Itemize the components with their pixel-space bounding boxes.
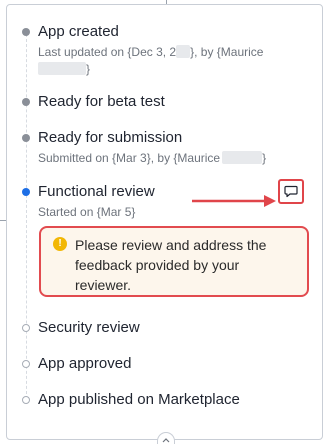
step-title: App published on Marketplace bbox=[38, 391, 240, 408]
step-title: Security review bbox=[38, 319, 140, 336]
step-title: Functional review bbox=[38, 183, 155, 200]
redacted-text bbox=[38, 62, 86, 75]
step-done-dot bbox=[22, 28, 30, 36]
subtitle-text: Last updated on {Dec 3, 2 bbox=[38, 45, 177, 59]
subtitle-text: } bbox=[86, 62, 91, 76]
step-current-dot bbox=[22, 188, 30, 196]
step-title: App approved bbox=[38, 355, 132, 372]
redacted-text bbox=[222, 151, 263, 164]
step-pending-dot bbox=[22, 360, 30, 368]
step-ready-for-beta-test: Ready for beta test bbox=[20, 92, 319, 112]
step-subtitle: Submitted on {Mar 3}, by {Maurice} bbox=[38, 150, 266, 167]
step-title: Ready for beta test bbox=[38, 93, 165, 110]
step-pending-dot bbox=[22, 396, 30, 404]
step-done-dot bbox=[22, 134, 30, 142]
step-title: App created bbox=[38, 23, 119, 40]
chevron-up-icon bbox=[162, 438, 170, 443]
step-app-published: App published on Marketplace bbox=[20, 390, 319, 410]
step-title: Ready for submission bbox=[38, 129, 183, 146]
alert-message: Please review and address the feedback p… bbox=[75, 237, 267, 293]
expand-toggle[interactable] bbox=[157, 432, 175, 444]
step-security-review: Security review bbox=[20, 318, 319, 338]
comment-button[interactable] bbox=[278, 179, 304, 204]
arrow-right-icon bbox=[192, 195, 276, 207]
subtitle-text: }, by {Maurice bbox=[190, 45, 264, 59]
step-subtitle: Started on {Mar 5} bbox=[38, 205, 136, 219]
warning-icon: ! bbox=[53, 237, 67, 251]
redacted-text bbox=[176, 45, 191, 58]
feedback-alert: ! Please review and address the feedback… bbox=[39, 226, 309, 297]
comment-icon bbox=[284, 185, 298, 198]
step-pending-dot bbox=[22, 324, 30, 332]
step-ready-for-submission: Ready for submission Submitted on {Mar 3… bbox=[20, 128, 319, 168]
step-app-approved: App approved bbox=[20, 354, 319, 374]
subtitle-text: Submitted on {Mar 3}, by {Maurice bbox=[38, 151, 221, 165]
step-done-dot bbox=[22, 98, 30, 106]
step-app-created: App created Last updated on {Dec 3, 2 }, … bbox=[20, 22, 319, 78]
step-subtitle: Last updated on {Dec 3, 2}, by {Maurice … bbox=[38, 44, 308, 78]
subtitle-text: } bbox=[262, 151, 267, 165]
